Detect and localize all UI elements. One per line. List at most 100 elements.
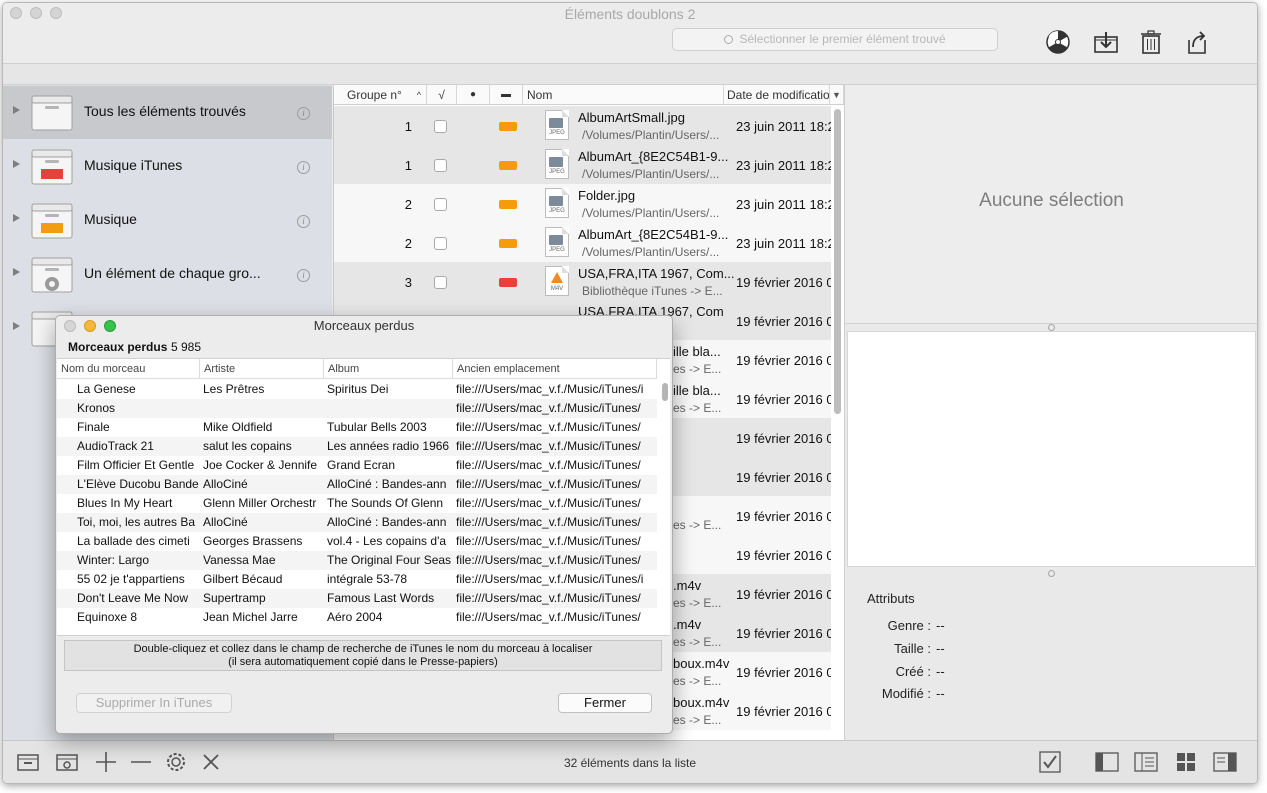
drawer-icon (31, 95, 73, 131)
info-icon[interactable]: i (297, 215, 310, 228)
album-cell (327, 400, 453, 418)
attribute-key: Genre : (887, 618, 931, 633)
table-row[interactable]: 2 JPEG AlbumArt_{8E2C54B1-9... /Volumes/Pla… (334, 223, 831, 262)
file-path: /Volumes/Plantin/Users/... (582, 206, 720, 220)
group-number: 1 (404, 158, 412, 173)
track-name-cell: Finale (77, 420, 110, 434)
artist-cell (203, 400, 323, 418)
artist-cell: Glenn Miller Orchestr (203, 496, 317, 510)
search-placeholder: Sélectionner le premier élément trouvé (739, 32, 946, 46)
modified-date: 19 février 2016 0 (736, 470, 831, 485)
sidebar-item-music[interactable]: Musique i (3, 194, 332, 247)
lost-tracks-dialog: Morceaux perdus Morceaux perdus 5 985 No… (55, 315, 673, 734)
splitter-handle[interactable] (1048, 324, 1055, 331)
album-cell: Spiritus Dei (327, 382, 389, 396)
column-header-color[interactable]: ▬ (490, 85, 523, 105)
list-item[interactable]: Toi, moi, les autres Ba AlloCiné AlloCiné … (57, 513, 657, 532)
info-icon[interactable]: i (297, 161, 310, 174)
info-icon[interactable]: i (297, 107, 310, 120)
modified-date: 19 février 2016 0 (736, 548, 831, 563)
inspector-layout-icon[interactable] (1212, 749, 1238, 775)
list-item[interactable]: Blues In My Heart Glenn Miller Orchestr Th… (57, 494, 657, 513)
list-item[interactable]: La ballade des cimeti Georges Brassens vol… (57, 532, 657, 551)
row-checkbox[interactable] (434, 198, 447, 211)
column-chooser-icon[interactable]: ▼ (830, 85, 844, 105)
splitter-handle[interactable] (1048, 570, 1055, 577)
disclosure-arrow-icon[interactable] (13, 160, 20, 168)
share-icon[interactable] (1183, 28, 1211, 56)
file-name: boux.m4v (673, 695, 730, 710)
list-layout-icon[interactable] (1133, 749, 1159, 775)
track-name-cell: Don't Leave Me Now (77, 591, 189, 605)
row-checkbox[interactable] (434, 276, 447, 289)
list-item[interactable]: Kronos file:///Users/mac_v.f./Music/iTune… (57, 399, 657, 418)
old-location-cell: file:///Users/mac_v.f./Music/iTunes/i (456, 382, 644, 396)
column-header-track-name[interactable]: Nom du morceau (57, 359, 200, 379)
row-checkbox[interactable] (434, 120, 447, 133)
modified-date: 19 février 2016 0 (736, 509, 831, 524)
list-item[interactable]: Film Officier Et Gentle Joe Cocker & Jenn… (57, 456, 657, 475)
column-header-old-location[interactable]: Ancien emplacement (453, 359, 657, 379)
sidebar-item-one-per-group[interactable]: Un élément de chaque gro... i (3, 248, 332, 301)
disclosure-arrow-icon[interactable] (13, 214, 20, 222)
row-checkbox[interactable] (434, 237, 447, 250)
orange-drawer-icon (31, 203, 73, 239)
grid-layout-icon[interactable] (1173, 749, 1199, 775)
column-header-artist[interactable]: Artiste (200, 359, 324, 379)
preview-area: Aucune sélection (845, 85, 1257, 324)
list-item[interactable]: Equinoxe 8 Jean Michel Jarre Aéro 2004 file… (57, 608, 657, 627)
toolbar-separator (3, 64, 1257, 85)
download-to-drawer-icon[interactable] (1092, 28, 1120, 56)
disclosure-arrow-icon[interactable] (13, 106, 20, 114)
sidebar-item-itunes-music[interactable]: Musique iTunes i (3, 140, 332, 193)
jpeg-file-icon: JPEG (545, 149, 569, 179)
file-name: AlbumArt_{8E2C54B1-9... (578, 227, 729, 242)
trash-icon[interactable] (1137, 28, 1165, 56)
sidebar-item-label: Tous les éléments trouvés (84, 103, 246, 119)
column-header-check[interactable]: √ (427, 85, 457, 105)
list-item[interactable]: AudioTrack 21 salut les copains Les années… (57, 437, 657, 456)
list-item[interactable]: La Genese Les Prêtres Spiritus Dei file:///… (57, 380, 657, 399)
attributes-title: Attributs (867, 591, 915, 606)
column-header-dot[interactable]: ● (457, 85, 490, 105)
column-header-name[interactable]: Nom (523, 85, 724, 105)
sidebar-layout-icon[interactable] (1094, 749, 1120, 775)
delete-in-itunes-button[interactable]: Supprimer In iTunes (76, 693, 232, 713)
column-header-album[interactable]: Album (324, 359, 453, 379)
sidebar-item-label: Musique iTunes (84, 157, 183, 173)
album-cell: Tubular Bells 2003 (327, 420, 427, 434)
table-row[interactable]: 3 M4V USA,FRA,ITA 1967, Com... Bibliothèque… (334, 262, 831, 301)
search-field[interactable]: Sélectionner le premier élément trouvé (672, 28, 998, 51)
list-item[interactable]: Winter: Largo Vanessa Mae The Original Fou… (57, 551, 657, 570)
disclosure-arrow-icon[interactable] (13, 268, 20, 276)
disclosure-arrow-icon[interactable] (13, 322, 20, 330)
table-row[interactable]: 2 JPEG Folder.jpg/Volumes/Plantin/Users/..… (334, 184, 831, 223)
row-checkbox[interactable] (434, 159, 447, 172)
modified-date: 19 février 2016 0 (736, 353, 831, 368)
checkmark-box-icon[interactable] (1037, 749, 1063, 775)
album-cell: Aéro 2004 (327, 610, 383, 624)
list-item[interactable]: L'Elève Ducobu Bande AlloCiné AlloCiné : B… (57, 475, 657, 494)
track-name-cell: 55 02 je t'appartiens (77, 572, 185, 586)
file-path: /Volumes/Plantin/Users/... (582, 128, 720, 142)
sidebar-item-all-found[interactable]: Tous les éléments trouvés i (3, 86, 332, 139)
table-row[interactable]: 1 JPEG AlbumArt_{8E2C54B1-9... /Volumes/Pla… (334, 145, 831, 184)
column-header-date[interactable]: Date de modificatio (724, 85, 830, 105)
info-icon[interactable]: i (297, 269, 310, 282)
close-dialog-button[interactable]: Fermer (558, 693, 652, 713)
file-path: es -> E... (673, 713, 722, 727)
inspector-panel: Aucune sélection Attributs Genre : -- Ta… (844, 85, 1257, 740)
table-row[interactable]: 1 JPEG AlbumArtSmall.jpg/Volumes/Plantin/U… (334, 106, 831, 145)
details-area (847, 331, 1256, 567)
list-item[interactable]: 55 02 je t'appartiens Gilbert Bécaud intég… (57, 570, 657, 589)
artist-cell: salut les copains (203, 439, 292, 453)
dialog-scrollbar[interactable] (662, 383, 668, 401)
radiation-icon[interactable] (1044, 28, 1072, 56)
list-item[interactable]: Don't Leave Me Now Supertramp Famous Last … (57, 589, 657, 608)
list-item[interactable]: Finale Mike Oldfield Tubular Bells 2003 fil… (57, 418, 657, 437)
column-header-group[interactable]: Groupe n° ^ (334, 85, 427, 105)
dialog-title: Morceaux perdus (313, 318, 415, 333)
vertical-scrollbar[interactable] (834, 109, 841, 414)
file-path: /Volumes/Plantin/Users/... (582, 245, 720, 259)
bottom-bar: 32 éléments dans la liste (3, 740, 1257, 783)
